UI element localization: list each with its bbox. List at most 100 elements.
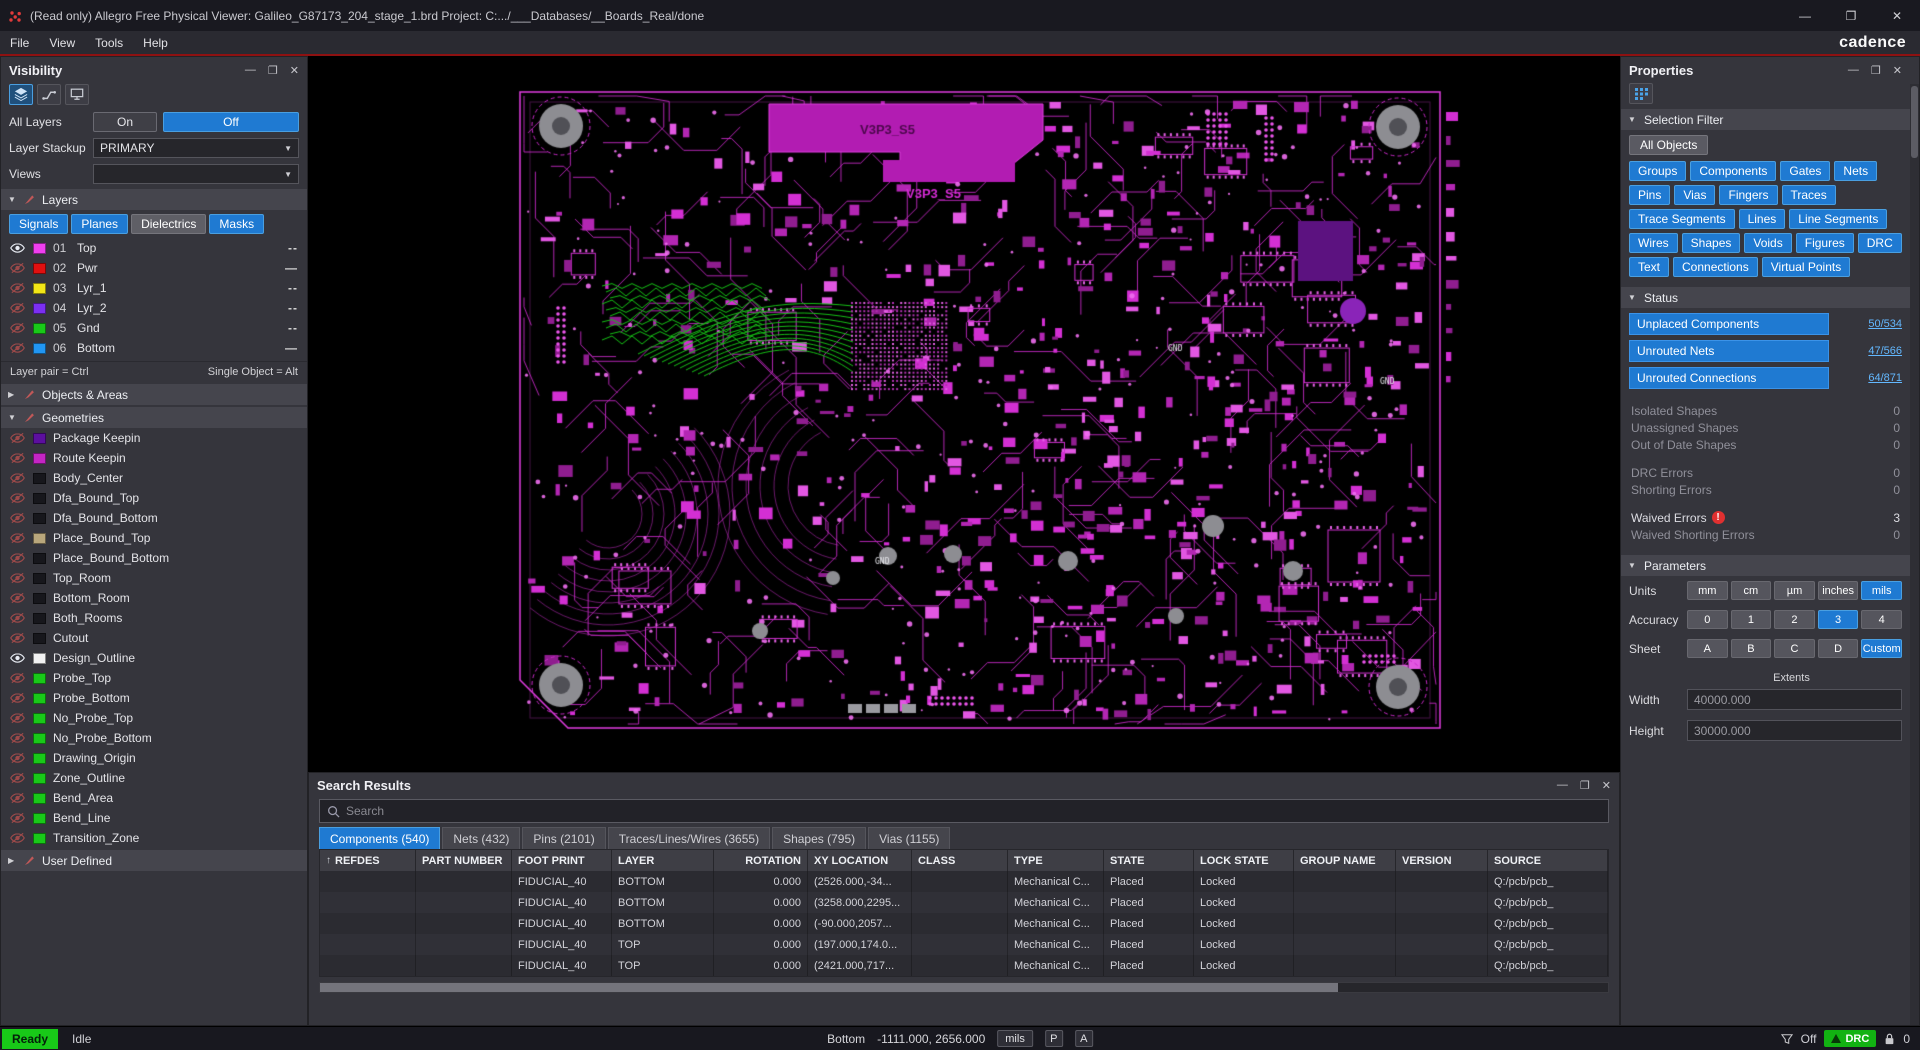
- filter-gates[interactable]: Gates: [1780, 161, 1831, 181]
- column-header-layer[interactable]: LAYER: [612, 850, 714, 871]
- display-view-button[interactable]: [65, 83, 89, 105]
- section-objects-areas[interactable]: ▶ Objects & Areas: [1, 384, 307, 405]
- geometry-color-swatch[interactable]: [33, 592, 46, 604]
- geometry-row[interactable]: Both_Rooms: [1, 608, 307, 628]
- layer-row[interactable]: 06 Bottom —: [1, 338, 307, 358]
- visibility-eye-icon[interactable]: [10, 452, 26, 464]
- visibility-eye-icon[interactable]: [10, 302, 26, 314]
- geometry-row[interactable]: Dfa_Bound_Top: [1, 488, 307, 508]
- geometry-row[interactable]: Zone_Outline: [1, 768, 307, 788]
- filter-wires[interactable]: Wires: [1629, 233, 1678, 253]
- units-option-mm[interactable]: mm: [1687, 581, 1728, 600]
- filter-traces[interactable]: Traces: [1781, 185, 1836, 205]
- filter-figures[interactable]: Figures: [1795, 233, 1854, 253]
- geometry-row[interactable]: Transition_Zone: [1, 828, 307, 848]
- table-row[interactable]: FIDUCIAL_40 BOTTOM 0.000 (3258.000,2295... M…: [320, 892, 1608, 913]
- geometry-row[interactable]: Dfa_Bound_Bottom: [1, 508, 307, 528]
- table-row[interactable]: FIDUCIAL_40 TOP 0.000 (197.000,174.0... Mech…: [320, 934, 1608, 955]
- sheet-option-b[interactable]: B: [1730, 639, 1772, 658]
- filter-nets[interactable]: Nets: [1834, 161, 1878, 181]
- visibility-eye-icon[interactable]: [10, 262, 26, 274]
- search-tab-traces-lines-wires-3655[interactable]: Traces/Lines/Wires (3655): [607, 827, 771, 849]
- status-count-link[interactable]: 64/871: [1868, 372, 1902, 384]
- visibility-eye-icon[interactable]: [10, 572, 26, 584]
- accuracy-option-4[interactable]: 4: [1861, 610, 1902, 629]
- search-tab-components-540[interactable]: Components (540): [319, 827, 441, 849]
- geometry-color-swatch[interactable]: [33, 572, 46, 584]
- filter-drc[interactable]: DRC: [1857, 233, 1902, 253]
- layer-color-swatch[interactable]: [33, 322, 46, 334]
- visibility-eye-icon[interactable]: [10, 632, 26, 644]
- visibility-eye-icon[interactable]: [10, 322, 26, 334]
- geometry-color-swatch[interactable]: [33, 432, 46, 444]
- section-layers[interactable]: ▼ Layers: [1, 189, 307, 210]
- geometry-color-swatch[interactable]: [33, 452, 46, 464]
- filter-voids[interactable]: Voids: [1744, 233, 1792, 253]
- geometry-row[interactable]: Probe_Top: [1, 668, 307, 688]
- units-option-mils[interactable]: mils: [1861, 581, 1902, 600]
- visibility-eye-icon[interactable]: [10, 552, 26, 564]
- geometry-color-swatch[interactable]: [33, 632, 46, 644]
- units-option-m[interactable]: µm: [1774, 581, 1815, 600]
- visibility-eye-icon[interactable]: [10, 432, 26, 444]
- column-header-lock-state[interactable]: LOCK STATE: [1194, 850, 1294, 871]
- visibility-eye-icon[interactable]: [10, 692, 26, 704]
- layer-row[interactable]: 02 Pwr —: [1, 258, 307, 278]
- layer-stackup-dropdown[interactable]: PRIMARY ▼: [93, 138, 299, 158]
- layer-color-swatch[interactable]: [33, 342, 46, 354]
- status-progress-unrouted-connections[interactable]: Unrouted Connections: [1629, 367, 1829, 389]
- visibility-eye-icon[interactable]: [10, 792, 26, 804]
- search-input[interactable]: [346, 804, 1601, 818]
- section-parameters[interactable]: ▼ Parameters: [1621, 555, 1910, 576]
- layer-row[interactable]: 03 Lyr_1 --: [1, 278, 307, 298]
- scrollbar-thumb[interactable]: [320, 983, 1338, 992]
- column-header-version[interactable]: VERSION: [1396, 850, 1488, 871]
- column-header-part-number[interactable]: PART NUMBER: [416, 850, 512, 871]
- accuracy-option-1[interactable]: 1: [1730, 610, 1772, 629]
- filter-text[interactable]: Text: [1629, 257, 1670, 277]
- status-count-link[interactable]: 47/566: [1868, 345, 1902, 357]
- visibility-eye-icon[interactable]: [10, 532, 26, 544]
- filter-components[interactable]: Components: [1690, 161, 1777, 181]
- geometry-color-swatch[interactable]: [33, 732, 46, 744]
- a-toggle[interactable]: A: [1074, 1030, 1093, 1047]
- height-field[interactable]: 30000.000: [1687, 720, 1902, 741]
- geometry-color-swatch[interactable]: [33, 672, 46, 684]
- visibility-eye-icon[interactable]: [10, 342, 26, 354]
- collapse-icon[interactable]: ▼: [1628, 293, 1637, 302]
- panel-minimize-icon[interactable]: —: [1848, 64, 1859, 77]
- geometry-row[interactable]: Place_Bound_Bottom: [1, 548, 307, 568]
- width-field[interactable]: 40000.000: [1687, 689, 1902, 710]
- visibility-eye-icon[interactable]: [10, 242, 26, 254]
- geometry-row[interactable]: Body_Center: [1, 468, 307, 488]
- filter-funnel-icon[interactable]: [1780, 1033, 1793, 1045]
- collapse-icon[interactable]: ▼: [8, 195, 17, 204]
- accuracy-option-2[interactable]: 2: [1774, 610, 1815, 629]
- views-dropdown[interactable]: ▼: [93, 164, 299, 184]
- panel-close-icon[interactable]: ✕: [1602, 779, 1611, 792]
- minimize-button[interactable]: —: [1782, 0, 1828, 31]
- search-tab-vias-1155[interactable]: Vias (1155): [868, 827, 951, 849]
- expand-icon[interactable]: ▶: [8, 856, 17, 865]
- visibility-eye-icon[interactable]: [10, 752, 26, 764]
- visibility-eye-icon[interactable]: [10, 592, 26, 604]
- scrollbar-thumb[interactable]: [1911, 86, 1918, 158]
- table-row[interactable]: FIDUCIAL_40 BOTTOM 0.000 (-90.000,2057... Me…: [320, 913, 1608, 934]
- filter-groups[interactable]: Groups: [1629, 161, 1687, 181]
- close-button[interactable]: ✕: [1874, 0, 1920, 31]
- geometry-row[interactable]: No_Probe_Top: [1, 708, 307, 728]
- visibility-eye-icon[interactable]: [10, 732, 26, 744]
- geometry-color-swatch[interactable]: [33, 472, 46, 484]
- panel-float-icon[interactable]: ❐: [268, 64, 278, 77]
- all-objects-button[interactable]: All Objects: [1629, 135, 1709, 155]
- menu-view[interactable]: View: [39, 31, 85, 54]
- visibility-eye-icon[interactable]: [10, 512, 26, 524]
- table-row[interactable]: FIDUCIAL_40 BOTTOM 0.000 (2526.000,-34... Me…: [320, 871, 1608, 892]
- column-header-rotation[interactable]: ROTATION: [714, 850, 808, 871]
- layer-color-swatch[interactable]: [33, 262, 46, 274]
- filter-shapes[interactable]: Shapes: [1681, 233, 1741, 253]
- drc-badge[interactable]: DRC: [1824, 1030, 1877, 1047]
- filter-fingers[interactable]: Fingers: [1719, 185, 1778, 205]
- section-geometries[interactable]: ▼ Geometries: [1, 407, 307, 428]
- geometry-row[interactable]: No_Probe_Bottom: [1, 728, 307, 748]
